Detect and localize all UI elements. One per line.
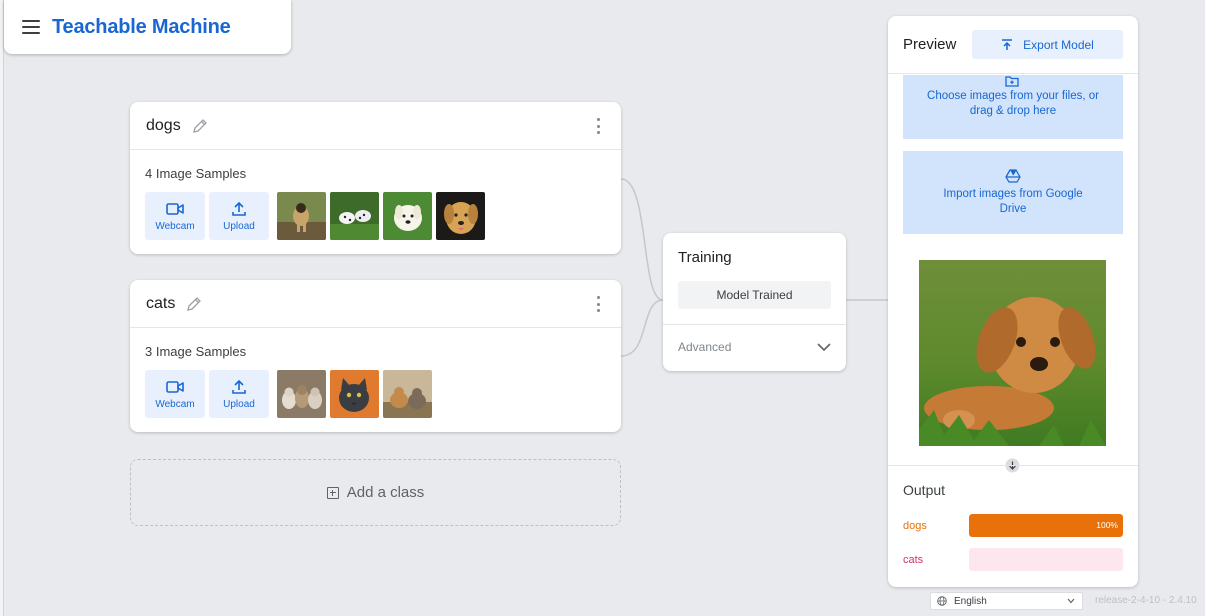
sample-count: 3 Image Samples — [145, 344, 247, 359]
upload-icon — [232, 379, 246, 394]
upload-button[interactable]: Upload — [209, 370, 269, 418]
class-name[interactable]: cats — [146, 295, 175, 313]
class-samples: 4 Image Samples Webcam Upload — [130, 150, 621, 254]
sample-count: 4 Image Samples — [145, 166, 247, 181]
export-model-label: Export Model — [1023, 37, 1094, 52]
import-drive-text: Import images from Google Drive — [943, 187, 1083, 215]
cat-photo-icon — [383, 370, 432, 418]
training-card: Training Model Trained Advanced — [663, 233, 846, 371]
output-label: cats — [903, 553, 924, 566]
add-class-button[interactable]: Add a class — [130, 459, 621, 526]
window-edge — [0, 0, 4, 616]
release-version: release-2-4-10 - 2.4.10 — [1095, 595, 1197, 606]
class-card-header: dogs — [130, 102, 621, 150]
import-drive-button[interactable]: Import images from Google Drive — [903, 151, 1123, 234]
sample-row: Webcam Upload — [145, 192, 606, 240]
preview-panel: Preview Export Model Choose images from … — [888, 16, 1138, 587]
output-label: dogs — [903, 519, 927, 532]
class-name[interactable]: dogs — [146, 117, 181, 135]
more-options-icon[interactable] — [597, 118, 601, 134]
class-samples: 3 Image Samples Webcam Upload — [130, 328, 621, 432]
webcam-button[interactable]: Webcam — [145, 192, 205, 240]
upload-label: Upload — [223, 220, 255, 232]
preview-image — [919, 260, 1106, 446]
webcam-button[interactable]: Webcam — [145, 370, 205, 418]
cat-photo-icon — [330, 370, 379, 418]
pencil-icon[interactable] — [191, 117, 209, 135]
dog-photo-icon — [277, 192, 326, 240]
sample-thumbnail[interactable] — [383, 192, 432, 240]
sample-row: Webcam Upload — [145, 370, 606, 418]
chevron-down-icon — [1067, 598, 1075, 604]
confidence-bar: 100% — [969, 514, 1123, 537]
upload-label: Upload — [223, 398, 255, 410]
export-icon — [1002, 38, 1013, 50]
output-title: Output — [903, 482, 946, 498]
training-title: Training — [678, 249, 732, 266]
dog-photo-icon — [330, 192, 379, 240]
export-model-button[interactable]: Export Model — [972, 30, 1123, 59]
output-row-cats: cats — [903, 548, 1123, 571]
add-box-icon — [326, 486, 339, 499]
sample-thumbnail[interactable] — [277, 192, 326, 240]
class-card-cats: cats 3 Image Samples Webcam Upload — [130, 280, 621, 432]
class-card-header: cats — [130, 280, 621, 328]
webcam-icon — [166, 202, 184, 215]
app-title[interactable]: Teachable Machine — [52, 16, 231, 39]
sample-thumbnail[interactable] — [383, 370, 432, 418]
webcam-icon — [166, 380, 184, 393]
advanced-label: Advanced — [678, 340, 732, 354]
confidence-bar — [969, 548, 1123, 571]
cat-photo-icon — [277, 370, 326, 418]
upload-button[interactable]: Upload — [209, 192, 269, 240]
pencil-icon[interactable] — [185, 295, 203, 313]
upload-icon — [232, 201, 246, 216]
sample-thumbnail[interactable] — [436, 192, 485, 240]
dog-photo-icon — [383, 192, 432, 240]
google-drive-icon — [1005, 168, 1021, 183]
chevron-down-icon — [817, 343, 831, 352]
choose-files-dropzone[interactable]: Choose images from your files, or drag &… — [903, 75, 1123, 139]
puppy-photo-icon — [919, 260, 1106, 446]
dog-photo-icon — [436, 192, 485, 240]
sample-thumbnail[interactable] — [330, 192, 379, 240]
output-row-dogs: dogs 100% — [903, 514, 1123, 537]
confidence-percent: 100% — [1096, 520, 1118, 530]
preview-title: Preview — [903, 36, 957, 53]
language-label: English — [954, 595, 987, 607]
release-version-clip: release-2-4-10 - 2.4.10 — [1095, 590, 1205, 612]
hamburger-menu-icon[interactable] — [22, 20, 40, 34]
add-class-label: Add a class — [346, 484, 425, 501]
globe-icon — [937, 596, 947, 606]
webcam-label: Webcam — [155, 398, 195, 410]
app-header: Teachable Machine — [4, 0, 291, 54]
sample-thumbnail[interactable] — [330, 370, 379, 418]
train-model-button[interactable]: Model Trained — [678, 281, 831, 309]
language-select[interactable]: English — [930, 592, 1083, 610]
webcam-label: Webcam — [155, 220, 195, 232]
sample-thumbnail[interactable] — [277, 370, 326, 418]
more-options-icon[interactable] — [597, 296, 601, 312]
output-divider — [888, 465, 1138, 466]
class-card-dogs: dogs 4 Image Samples Webcam Upload — [130, 102, 621, 254]
choose-files-text: Choose images from your files, or drag &… — [927, 90, 1099, 117]
advanced-toggle[interactable]: Advanced — [663, 325, 846, 369]
folder-add-icon — [1005, 76, 1019, 87]
